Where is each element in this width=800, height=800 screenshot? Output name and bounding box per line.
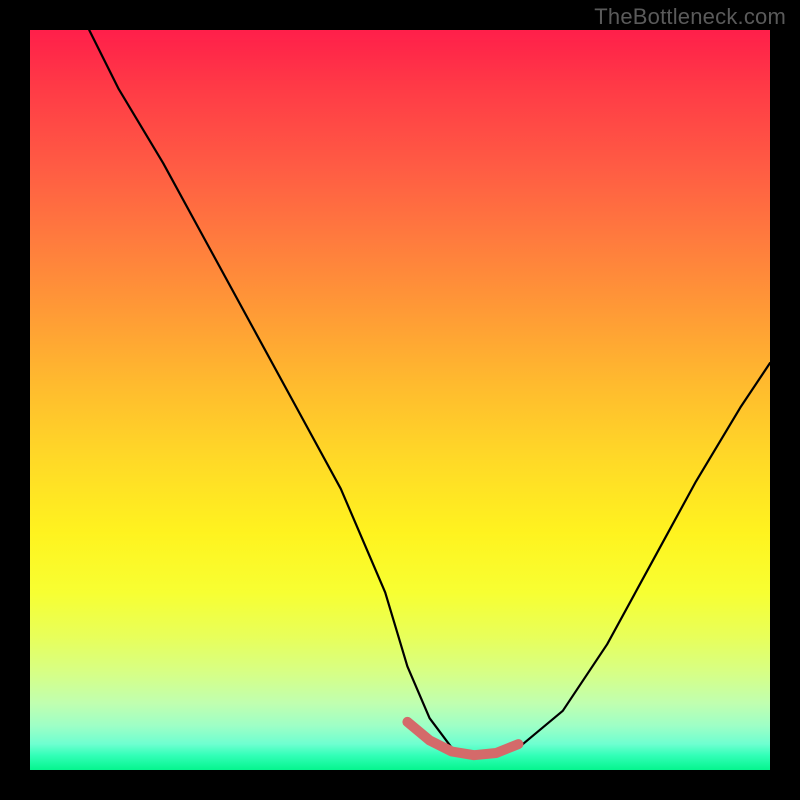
curve-layer [30,30,770,770]
watermark-text: TheBottleneck.com [594,4,786,30]
chart-frame: TheBottleneck.com [0,0,800,800]
bottleneck-curve [89,30,770,755]
plot-area [30,30,770,770]
optimal-range-highlight [407,722,518,755]
